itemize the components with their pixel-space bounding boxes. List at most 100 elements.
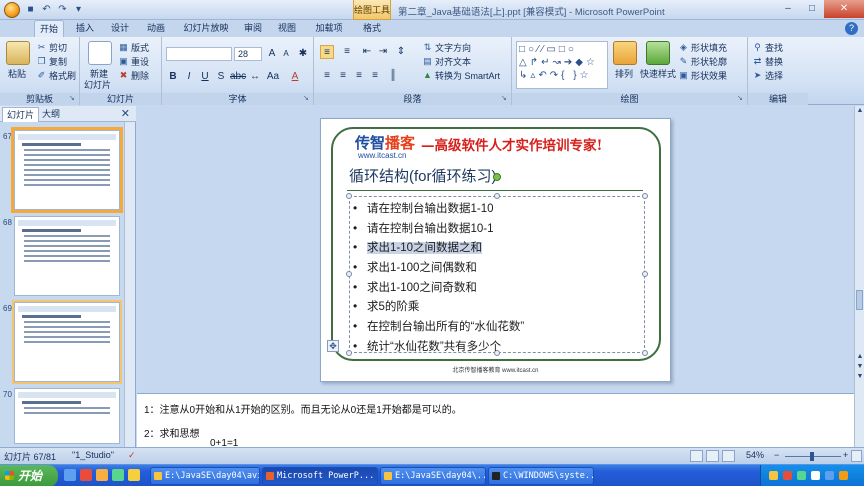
scroll-thumb[interactable] xyxy=(856,290,863,310)
slide-thumbnail[interactable] xyxy=(14,216,120,296)
tray-icon[interactable] xyxy=(839,471,848,480)
align-center-icon[interactable]: ≡ xyxy=(336,69,350,83)
columns-icon[interactable]: ║ xyxy=(386,69,400,83)
tab-addins[interactable]: 加载项 xyxy=(309,20,349,37)
line-spacing-icon[interactable]: ⇕ xyxy=(394,45,408,59)
slides-pane-scrollbar[interactable] xyxy=(124,122,135,447)
bullets-icon[interactable]: ≡ xyxy=(320,45,334,59)
tab-review[interactable]: 审阅 xyxy=(238,20,268,37)
drawing-launcher-icon[interactable]: ↘ xyxy=(737,95,745,103)
tab-slideshow[interactable]: 幻灯片放映 xyxy=(178,20,234,37)
justify-icon[interactable]: ≡ xyxy=(368,69,382,83)
maximize-icon[interactable]: □ xyxy=(800,0,824,18)
task-button[interactable]: Microsoft PowerP... xyxy=(262,467,378,485)
tab-design[interactable]: 设计 xyxy=(104,20,136,37)
shape-outline-button[interactable]: ✎ 形状轮廓 xyxy=(678,55,727,68)
prev-slide-icon[interactable]: ▲ xyxy=(855,352,864,362)
clipboard-launcher-icon[interactable]: ↘ xyxy=(69,95,77,103)
shape-effects-button[interactable]: ▣ 形状效果 xyxy=(678,69,727,82)
help-icon[interactable]: ? xyxy=(845,22,858,35)
replace-button[interactable]: ⇄ 替换 xyxy=(752,55,783,68)
office-button[interactable] xyxy=(4,2,20,18)
cut-button[interactable]: ✂ 剪切 xyxy=(36,41,67,54)
resize-handle[interactable] xyxy=(346,350,352,356)
paste-icon[interactable] xyxy=(6,41,30,65)
char-spacing-icon[interactable]: ↔ xyxy=(248,70,262,84)
format-painter-button[interactable]: ✐ 格式刷 xyxy=(36,69,76,82)
undo-icon[interactable]: ↶ xyxy=(40,3,53,16)
tray-icon[interactable] xyxy=(783,471,792,480)
grow-font-icon[interactable]: A xyxy=(265,47,279,61)
shapes-gallery[interactable]: □○⁄⁄▭□○ △↱↵↝➔◆☆ ↳▵↶↷{ }☆ xyxy=(516,41,608,89)
zoom-in-icon[interactable]: + xyxy=(843,450,848,460)
zoom-out-icon[interactable]: − xyxy=(774,450,779,460)
select-button[interactable]: ➤ 选择 xyxy=(752,69,783,82)
start-button[interactable]: 开始 xyxy=(0,465,58,486)
italic-icon[interactable]: I xyxy=(182,70,196,84)
shrink-font-icon[interactable]: A xyxy=(279,47,293,61)
decrease-indent-icon[interactable]: ⇤ xyxy=(360,45,374,59)
rotate-handle[interactable] xyxy=(493,173,501,181)
task-button[interactable]: E:\JavaSE\day04\... xyxy=(380,467,486,485)
bold-icon[interactable]: B xyxy=(166,70,180,84)
clear-format-icon[interactable]: ✱ xyxy=(296,47,310,61)
language-icon[interactable]: ✓ xyxy=(128,450,136,461)
tray-icon[interactable] xyxy=(825,471,834,480)
task-button[interactable]: C:\WINDOWS\syste... xyxy=(488,467,594,485)
underline-icon[interactable]: U xyxy=(198,70,212,84)
shape-fill-button[interactable]: ◈ 形状填充 xyxy=(678,41,727,54)
paragraph-launcher-icon[interactable]: ↘ xyxy=(501,95,509,103)
slide-thumbnail[interactable] xyxy=(14,388,120,444)
tab-insert[interactable]: 插入 xyxy=(70,20,100,37)
tab-animations[interactable]: 动画 xyxy=(140,20,172,37)
quick-styles-icon[interactable] xyxy=(646,41,670,65)
app-icon[interactable] xyxy=(112,469,124,481)
tab-slides[interactable]: 幻灯片 xyxy=(2,107,40,122)
minimize-icon[interactable]: – xyxy=(776,0,800,18)
numbering-icon[interactable]: ≡ xyxy=(340,45,354,59)
arrange-button[interactable]: 排列 xyxy=(615,67,633,80)
zoom-knob[interactable] xyxy=(810,452,814,461)
layout-button[interactable]: ▦ 版式 xyxy=(118,41,149,54)
paste-button[interactable]: 粘贴 xyxy=(8,67,26,80)
slide-thumbnail[interactable] xyxy=(12,300,122,384)
align-right-icon[interactable]: ≡ xyxy=(352,69,366,83)
quick-styles-button[interactable]: 快速样式 xyxy=(640,67,676,80)
tab-home[interactable]: 开始 xyxy=(34,20,64,37)
resize-handle[interactable] xyxy=(642,193,648,199)
slideshow-view-icon[interactable] xyxy=(722,450,735,462)
tray-icon[interactable] xyxy=(797,471,806,480)
change-case-icon[interactable]: Aa xyxy=(266,70,280,84)
shadow-icon[interactable]: S xyxy=(214,70,228,84)
strikethrough-icon[interactable]: abc xyxy=(230,70,246,84)
resize-handle[interactable] xyxy=(346,271,352,277)
smartart-button[interactable]: ▲ 转换为 SmartArt xyxy=(422,69,500,82)
arrange-icon[interactable] xyxy=(613,41,637,65)
media-icon[interactable] xyxy=(80,469,92,481)
resize-handle[interactable] xyxy=(642,350,648,356)
slide-title[interactable]: 循环结构(for循环练习) xyxy=(349,165,497,186)
notes-pane[interactable]: 1：注意从0开始和从1开始的区别。而且无论从0还是1开始都是可以的。 2：求和思… xyxy=(137,393,854,447)
resize-handle[interactable] xyxy=(642,271,648,277)
new-slide-icon[interactable] xyxy=(88,41,112,65)
copy-button[interactable]: ❐ 复制 xyxy=(36,55,67,68)
save-icon[interactable]: ■ xyxy=(24,3,37,16)
slide-scrollbar[interactable]: ▲ ▲ ▼ ▼ xyxy=(854,106,864,394)
tab-format[interactable]: 格式 xyxy=(356,20,388,37)
font-size-combo[interactable]: 28 xyxy=(234,47,262,61)
increase-indent-icon[interactable]: ⇥ xyxy=(376,45,390,59)
fit-slide-icon[interactable] xyxy=(851,450,862,462)
slide-thumbnail[interactable] xyxy=(11,127,123,213)
zoom-level[interactable]: 54% xyxy=(746,450,764,460)
folder-icon[interactable] xyxy=(96,469,108,481)
align-left-icon[interactable]: ≡ xyxy=(320,69,334,83)
customize-qat-icon[interactable]: ▾ xyxy=(72,3,85,16)
normal-view-icon[interactable] xyxy=(690,450,703,462)
autofit-options-icon[interactable]: ✥ xyxy=(327,340,339,352)
tray-icon[interactable] xyxy=(769,471,778,480)
app-icon[interactable] xyxy=(128,469,140,481)
close-pane-icon[interactable]: ✕ xyxy=(121,107,130,120)
font-color-icon[interactable]: A xyxy=(288,70,302,84)
tab-view[interactable]: 视图 xyxy=(272,20,302,37)
scroll-down-icon[interactable]: ▼ xyxy=(855,362,864,372)
